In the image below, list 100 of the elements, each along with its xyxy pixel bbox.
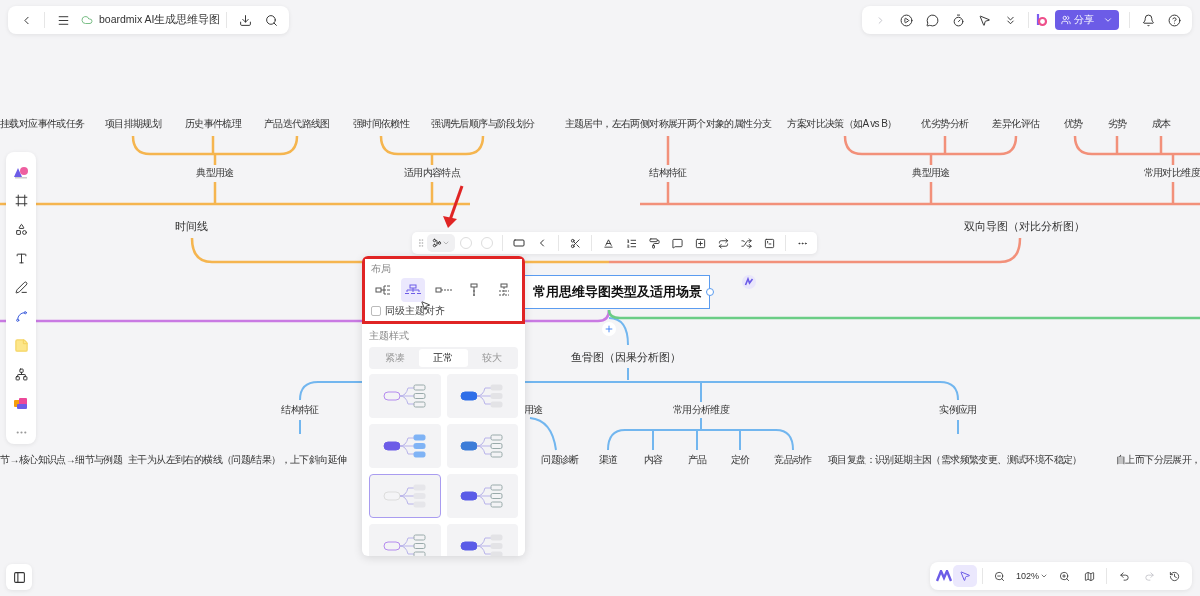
pointer-icon [958,570,971,582]
style-option[interactable] [446,474,518,518]
topic-text: 问题诊断 [541,454,579,466]
template-icon [13,396,29,411]
style-option[interactable] [446,374,518,418]
bell-icon [1141,13,1155,27]
topic-text: 优劣势分析 [921,118,969,130]
shuffle-icon [740,237,752,249]
layout-diagram-icon [434,284,453,296]
ai-logo-icon[interactable] [935,570,952,582]
hierarchy-icon [14,368,28,381]
topic-text: 历史事件梳理 [184,118,242,130]
history-icon [1168,570,1180,582]
topic-text: 用途 [524,404,543,416]
topic-text: 成本 [1151,118,1171,130]
topic-text: 结构特征 [281,404,319,416]
topic-text: 项目排期规划 [104,118,162,130]
play-icon [899,13,913,27]
topic-text: 产品 [687,454,707,466]
topic-text: 渠道 [598,454,618,466]
style-option[interactable] [446,424,518,468]
users-icon [1061,15,1071,25]
layout-diagram-icon [467,283,480,297]
checkbox[interactable] [371,306,381,316]
topic-text: 项目复盘：识别延期主因（需求频繁变更、测试环境不稳定） [828,454,1082,466]
text-color-icon [602,237,614,249]
style-option[interactable] [369,424,441,468]
topic-text: 方案对比决策（如A vs B） [787,118,897,130]
search-icon [264,13,278,27]
scissors-icon [569,237,581,249]
pen-icon [14,281,28,294]
sidebar-icon [12,570,26,584]
plus-square-icon [694,237,706,249]
sticky-note-icon [13,338,29,353]
panel-toggle-button[interactable] [6,564,32,590]
topic-text: 竞品动作 [774,454,812,466]
frame-icon [14,194,28,207]
checkbox-label[interactable]: 同级主题对齐 [385,305,445,317]
chevron-down-icon [442,239,450,247]
share-button[interactable]: 分享 [1055,10,1119,30]
topic-text: 产品迭代路线图 [264,118,330,130]
help-icon [1167,13,1181,27]
topic-text: 劣势 [1107,118,1127,130]
zoom-out-icon [994,570,1006,582]
topic-text: 节→核心知识点→细节与例题 [0,454,123,466]
paint-roller-icon [648,237,660,249]
list-icon [625,237,637,249]
topic-text: 适用内容特点 [403,167,461,179]
topic-text: 内容 [643,454,663,466]
download-icon [238,13,252,27]
speech-bubble-icon [925,13,939,27]
layout-diagram-icon [497,283,511,297]
toolbox-logo-icon [13,164,29,179]
layout-button[interactable] [427,234,455,252]
layout-diagram-icon [375,284,391,296]
speech-bubble-icon [671,237,683,249]
topic-text: 挂载对应事件或任务 [0,118,85,130]
topic-text: 常用对比维度 [1143,167,1200,179]
redo-icon [1143,570,1155,582]
section-title: 布局 [371,263,392,275]
layout-option[interactable] [401,278,426,302]
zoom-in-icon [1058,570,1070,582]
section-title: 主题样式 [369,330,410,342]
stopwatch-icon [951,13,965,27]
text-icon [14,252,28,265]
topic-text: 自上而下分层展开， [1116,454,1200,466]
terminal-icon [763,237,775,249]
topic-text: 结构特征 [649,167,687,179]
plus-icon [604,324,614,334]
zoom-level[interactable]: 102% [1012,571,1051,581]
map-icon [1083,570,1095,582]
cloud-icon [81,14,93,26]
b-logo-icon[interactable] [1035,13,1049,27]
resize-handle[interactable] [706,288,714,296]
pointer-icon [977,13,991,27]
style-option[interactable] [446,524,518,556]
size-tab[interactable]: 正常 [419,349,468,367]
topic-text: 实例应用 [939,404,977,416]
topic-text: 强时间依赖性 [352,118,410,130]
menu-icon [56,13,70,27]
layout-diagram-icon [405,284,422,296]
shapes-icon [14,223,28,236]
rectangle-icon [513,237,525,249]
drag-handle-icon[interactable] [416,238,426,248]
curve-icon [14,310,28,323]
topic-text: 优势 [1063,118,1083,130]
select-tool-button[interactable] [952,565,977,587]
undo-icon [1118,570,1130,582]
chevron-down-icon [1103,15,1113,25]
repeat-icon [717,237,729,249]
root-topic[interactable]: 常用思维导图类型及适用场景 [524,275,710,309]
topic-text: 主干为从左到右的横线（问题/结果），上下斜向延伸 [128,454,347,466]
topic-text: 典型用途 [912,167,950,179]
topic-text: 典型用途 [196,167,234,179]
topic-text: 差异化评估 [992,118,1040,130]
topic-text: 定价 [730,454,750,466]
topic-text: 强调先后顺序与阶段划分 [431,118,535,130]
ai-logo-icon[interactable] [742,275,756,289]
branch-icon [432,238,442,248]
topic-text: 常用分析维度 [672,404,730,416]
